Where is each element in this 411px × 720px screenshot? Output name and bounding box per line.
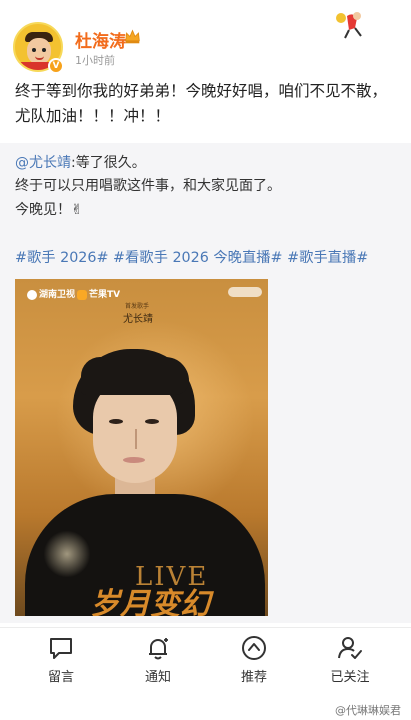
post-header: V 杜海涛 1小时前: [0, 0, 411, 78]
notification-label: 通知: [144, 670, 171, 685]
hashtag-link[interactable]: #看歌手 2026 今晚直播#: [113, 250, 283, 266]
recommend-label: 推荐: [240, 670, 267, 685]
followed-button[interactable]: 已关注: [320, 634, 380, 685]
avatar-eye: [42, 48, 46, 52]
recommend-button[interactable]: 推荐: [224, 634, 284, 685]
poster-label: 首发歌手: [125, 303, 150, 310]
verified-badge-icon: V: [48, 58, 64, 74]
bell-icon: [149, 638, 168, 660]
repost-line-2: 终于可以只用唱歌这件事，和大家见面了。: [15, 178, 281, 194]
bottom-action-bar: 留言 通知 推荐 已关注 @代琳琳娱君: [0, 627, 411, 720]
watermark: @代琳琳娱君: [335, 704, 401, 717]
person-eye: [109, 419, 123, 424]
person-nose: [131, 429, 137, 449]
hashtag-link[interactable]: #歌手直播#: [287, 250, 368, 266]
username[interactable]: 杜海涛: [75, 27, 126, 52]
avatar-face: [27, 38, 51, 64]
comment-button[interactable]: 留言: [31, 634, 91, 685]
up-arrow-circle-icon: [242, 636, 266, 660]
hashtag-link[interactable]: #歌手 2026#: [15, 250, 108, 266]
poster-title-art: 岁月变幻: [90, 587, 210, 616]
person-lips: [123, 457, 145, 463]
repost-text-1: :等了很久。: [71, 155, 146, 171]
post-body-text: 终于等到你我的好弟弟！今晚好好唱，咱们不见不散，尤队加油！！！冲！！: [15, 82, 388, 125]
repost-card[interactable]: @尤长靖:等了很久。 终于可以只用唱歌这件事，和大家见面了。 今晚见！✌ #歌手…: [0, 143, 411, 623]
followed-label: 已关注: [330, 670, 370, 685]
hashtag-list: #歌手 2026# #看歌手 2026 今晚直播# #歌手直播#: [15, 246, 368, 267]
repost-line-3: 今晚见！✌: [15, 202, 83, 218]
poster-image[interactable]: 湖南卫视 芒果TV 首发歌手 尤长靖 LIVE 岁月变幻: [15, 279, 268, 616]
repost-line-1: @尤长靖:等了很久。: [15, 153, 146, 173]
crown-icon: [125, 29, 140, 44]
mention-link[interactable]: @尤长靖: [15, 155, 71, 171]
comment-label: 留言: [47, 670, 74, 685]
comment-icon: [50, 638, 72, 659]
person-fringe: [81, 357, 189, 395]
avatar-eye: [32, 48, 36, 52]
notification-button[interactable]: 通知: [128, 634, 188, 685]
avatar-mouth: [35, 56, 44, 60]
corner-badge: [228, 287, 262, 297]
person-eye: [145, 419, 159, 424]
firework-sparkle: [37, 529, 97, 579]
poster-singer-name: 尤长靖: [123, 314, 153, 325]
post-time: 1小时前: [75, 54, 115, 67]
user-followed-icon: [338, 637, 362, 659]
mango-tv-logo: 芒果TV: [77, 287, 120, 300]
hunan-tv-logo: 湖南卫视: [27, 287, 75, 300]
cartoon-sticker-icon: [336, 12, 362, 39]
